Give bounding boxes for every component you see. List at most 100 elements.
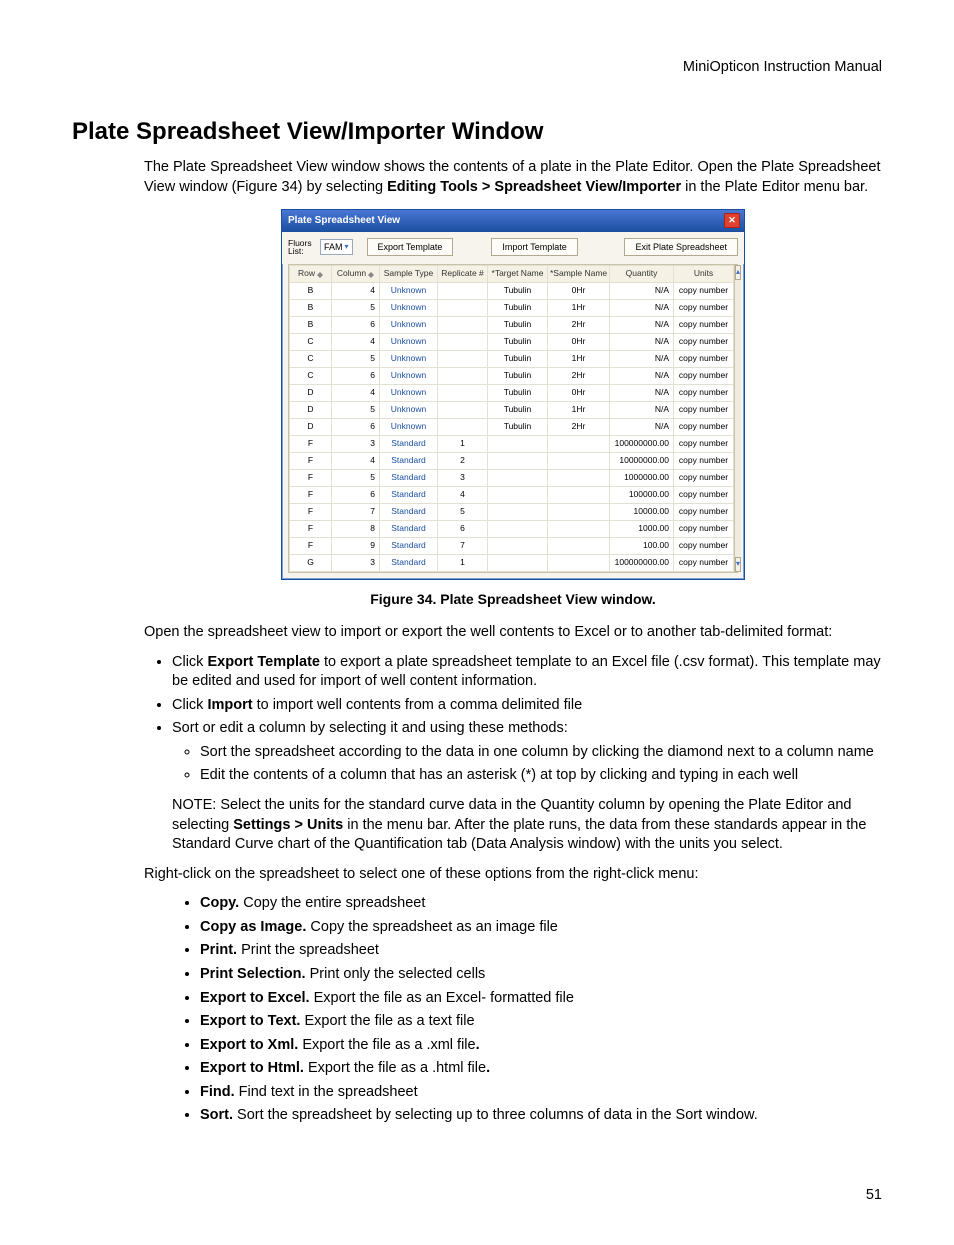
cell[interactable]: copy number: [674, 368, 734, 385]
cell[interactable]: 2Hr: [548, 368, 610, 385]
table-row[interactable]: B4UnknownTubulin0HrN/Acopy number: [290, 283, 734, 300]
cell[interactable]: 100000000.00: [610, 555, 674, 572]
column-header[interactable]: *Sample Name: [548, 266, 610, 283]
column-header[interactable]: Units: [674, 266, 734, 283]
column-header[interactable]: Row: [290, 266, 332, 283]
cell[interactable]: [548, 470, 610, 487]
cell[interactable]: 1Hr: [548, 402, 610, 419]
cell[interactable]: 3: [332, 555, 380, 572]
cell[interactable]: 4: [332, 283, 380, 300]
cell[interactable]: D: [290, 402, 332, 419]
cell[interactable]: Tubulin: [488, 368, 548, 385]
cell[interactable]: [548, 487, 610, 504]
column-header[interactable]: Sample Type: [380, 266, 438, 283]
cell[interactable]: 7: [438, 538, 488, 555]
fluors-combobox[interactable]: FAM ▾: [320, 239, 353, 255]
cell[interactable]: 7: [332, 504, 380, 521]
cell[interactable]: 5: [438, 504, 488, 521]
cell[interactable]: copy number: [674, 402, 734, 419]
cell[interactable]: 8: [332, 521, 380, 538]
table-row[interactable]: D4UnknownTubulin0HrN/Acopy number: [290, 385, 734, 402]
cell[interactable]: 4: [332, 453, 380, 470]
cell[interactable]: 4: [332, 385, 380, 402]
cell[interactable]: Standard: [380, 470, 438, 487]
cell[interactable]: Unknown: [380, 368, 438, 385]
table-row[interactable]: B6UnknownTubulin2HrN/Acopy number: [290, 317, 734, 334]
cell[interactable]: [488, 521, 548, 538]
cell[interactable]: Standard: [380, 521, 438, 538]
cell[interactable]: 1: [438, 555, 488, 572]
cell[interactable]: B: [290, 283, 332, 300]
cell[interactable]: F: [290, 470, 332, 487]
sort-diamond-icon[interactable]: [317, 269, 323, 275]
table-row[interactable]: F3Standard1100000000.00copy number: [290, 436, 734, 453]
cell[interactable]: copy number: [674, 300, 734, 317]
cell[interactable]: Unknown: [380, 334, 438, 351]
cell[interactable]: 100000000.00: [610, 436, 674, 453]
cell[interactable]: 5: [332, 300, 380, 317]
cell[interactable]: 6: [332, 419, 380, 436]
cell[interactable]: B: [290, 300, 332, 317]
spreadsheet-grid[interactable]: RowColumnSample TypeReplicate #*Target N…: [289, 265, 734, 572]
cell[interactable]: 4: [438, 487, 488, 504]
cell[interactable]: 5: [332, 470, 380, 487]
cell[interactable]: Standard: [380, 436, 438, 453]
cell[interactable]: copy number: [674, 317, 734, 334]
cell[interactable]: Tubulin: [488, 385, 548, 402]
cell[interactable]: N/A: [610, 317, 674, 334]
cell[interactable]: [438, 283, 488, 300]
cell[interactable]: [548, 436, 610, 453]
cell[interactable]: Tubulin: [488, 300, 548, 317]
cell[interactable]: Unknown: [380, 351, 438, 368]
table-row[interactable]: F6Standard4100000.00copy number: [290, 487, 734, 504]
cell[interactable]: 5: [332, 402, 380, 419]
cell[interactable]: G: [290, 555, 332, 572]
cell[interactable]: 100000.00: [610, 487, 674, 504]
cell[interactable]: Standard: [380, 555, 438, 572]
cell[interactable]: 1Hr: [548, 351, 610, 368]
export-template-button[interactable]: Export Template: [367, 238, 454, 256]
cell[interactable]: 6: [332, 487, 380, 504]
cell[interactable]: [488, 436, 548, 453]
column-header[interactable]: Replicate #: [438, 266, 488, 283]
cell[interactable]: 1000.00: [610, 521, 674, 538]
cell[interactable]: Standard: [380, 504, 438, 521]
cell[interactable]: 2Hr: [548, 419, 610, 436]
cell[interactable]: 9: [332, 538, 380, 555]
cell[interactable]: F: [290, 487, 332, 504]
cell[interactable]: Unknown: [380, 317, 438, 334]
table-row[interactable]: F4Standard210000000.00copy number: [290, 453, 734, 470]
cell[interactable]: 100.00: [610, 538, 674, 555]
cell[interactable]: 5: [332, 351, 380, 368]
cell[interactable]: copy number: [674, 419, 734, 436]
cell[interactable]: N/A: [610, 419, 674, 436]
scroll-up-icon[interactable]: ▴: [735, 265, 741, 280]
cell[interactable]: Standard: [380, 538, 438, 555]
cell[interactable]: N/A: [610, 300, 674, 317]
import-template-button[interactable]: Import Template: [491, 238, 577, 256]
cell[interactable]: N/A: [610, 334, 674, 351]
cell[interactable]: [438, 317, 488, 334]
cell[interactable]: Unknown: [380, 385, 438, 402]
cell[interactable]: C: [290, 368, 332, 385]
cell[interactable]: [438, 368, 488, 385]
cell[interactable]: F: [290, 504, 332, 521]
cell[interactable]: Tubulin: [488, 351, 548, 368]
cell[interactable]: 6: [438, 521, 488, 538]
cell[interactable]: 0Hr: [548, 385, 610, 402]
cell[interactable]: N/A: [610, 351, 674, 368]
cell[interactable]: [548, 555, 610, 572]
table-row[interactable]: C6UnknownTubulin2HrN/Acopy number: [290, 368, 734, 385]
cell[interactable]: Tubulin: [488, 283, 548, 300]
cell[interactable]: [548, 453, 610, 470]
cell[interactable]: 1Hr: [548, 300, 610, 317]
cell[interactable]: copy number: [674, 521, 734, 538]
table-row[interactable]: D5UnknownTubulin1HrN/Acopy number: [290, 402, 734, 419]
vertical-scrollbar[interactable]: ▴ ▾: [734, 265, 741, 572]
cell[interactable]: N/A: [610, 385, 674, 402]
cell[interactable]: Tubulin: [488, 317, 548, 334]
cell[interactable]: 3: [438, 470, 488, 487]
cell[interactable]: 2: [438, 453, 488, 470]
cell[interactable]: Tubulin: [488, 402, 548, 419]
column-header[interactable]: Quantity: [610, 266, 674, 283]
